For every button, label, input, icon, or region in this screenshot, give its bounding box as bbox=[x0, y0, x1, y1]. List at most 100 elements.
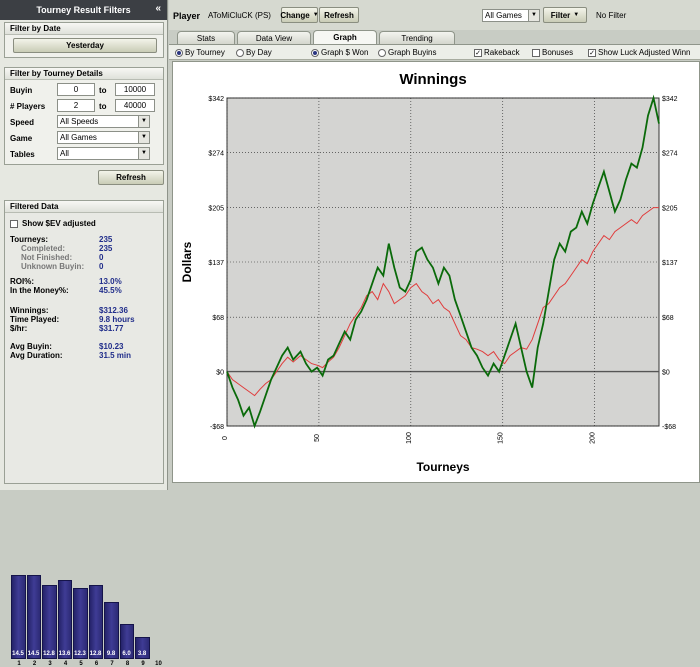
buyin-label: Buyin bbox=[10, 86, 33, 95]
players-min-field[interactable]: 2 bbox=[57, 99, 95, 112]
stat-label: Avg Buyin: bbox=[10, 342, 52, 351]
tab-trending[interactable]: Trending bbox=[379, 31, 455, 44]
graph-buyins-radio[interactable] bbox=[378, 48, 386, 57]
players-max-field[interactable]: 40000 bbox=[115, 99, 155, 112]
histogram-bar bbox=[73, 587, 88, 659]
player-name: AToMiCluCK (PS) bbox=[208, 11, 271, 20]
show-ev-checkbox[interactable] bbox=[10, 219, 18, 228]
y-tick-label-right: $274 bbox=[662, 150, 678, 157]
x-tick-label: 200 bbox=[590, 432, 597, 444]
y-tick-label-right: -$68 bbox=[662, 424, 676, 431]
game-label: Game bbox=[10, 134, 33, 143]
chart-title: Winnings bbox=[399, 71, 466, 88]
by-tourney-option[interactable]: By Tourney bbox=[175, 48, 225, 57]
histogram-bin-label: 3 bbox=[48, 661, 52, 667]
graph-won-radio[interactable] bbox=[311, 48, 319, 57]
collapse-icon[interactable]: « bbox=[155, 3, 161, 14]
yesterday-button[interactable]: Yesterday bbox=[13, 38, 157, 53]
luck-adjusted-checkbox[interactable]: ✓ bbox=[588, 48, 596, 57]
tables-label: Tables bbox=[10, 150, 35, 159]
tables-select[interactable]: All ▼ bbox=[57, 147, 150, 160]
buyin-to-label: to bbox=[99, 86, 107, 95]
x-tick-label: 0 bbox=[222, 436, 229, 440]
chevron-down-icon[interactable]: ▼ bbox=[138, 148, 149, 159]
bonuses-checkbox[interactable] bbox=[532, 48, 540, 57]
stat-value: 235 bbox=[99, 244, 113, 253]
player-toolbar: Player AToMiCluCK (PS) Change ▼ Refresh A… bbox=[169, 0, 700, 30]
x-tick-label: 150 bbox=[498, 432, 505, 444]
refresh-filters-button[interactable]: Refresh bbox=[98, 170, 164, 185]
change-button[interactable]: Change ▼ bbox=[280, 7, 319, 23]
plot-area: -$68 -$68 $0 $0 $68 $68 $137 $137 $205 $205 $274 $2… bbox=[208, 94, 678, 444]
graph-won-option[interactable]: Graph $ Won bbox=[311, 48, 368, 57]
rakeback-label: Rakeback bbox=[484, 48, 520, 57]
y-tick-label-left: $342 bbox=[208, 96, 224, 103]
show-ev-checkbox-row[interactable]: Show $EV adjusted bbox=[10, 219, 96, 228]
histogram-bar bbox=[26, 575, 41, 659]
bonuses-option[interactable]: Bonuses bbox=[532, 48, 573, 57]
graph-buyins-option[interactable]: Graph Buyins bbox=[378, 48, 436, 57]
winnings-chart-area: Winnings Tourneys Dollars -$68 -$68 $0 $0 $6… bbox=[172, 61, 700, 483]
stat-value: 13.0% bbox=[99, 277, 122, 286]
tab-stats[interactable]: Stats bbox=[177, 31, 235, 44]
stat-label: Completed: bbox=[21, 244, 65, 253]
buyin-max-field[interactable]: 10000 bbox=[115, 83, 155, 96]
y-tick-label-left: $205 bbox=[208, 206, 224, 213]
chevron-down-icon[interactable]: ▼ bbox=[138, 116, 149, 127]
histogram-bar bbox=[42, 584, 57, 659]
y-tick-label-left: $0 bbox=[216, 370, 224, 377]
histogram-bin-label: 6 bbox=[94, 661, 99, 667]
filtered-data-panel: Filtered Data Show $EV adjusted Tourneys… bbox=[4, 200, 164, 667]
game-select[interactable]: All Games ▼ bbox=[57, 131, 150, 144]
histogram-bin-label: 1 bbox=[17, 661, 21, 667]
stat-label: Time Played: bbox=[10, 315, 60, 324]
sidebar-title: Tourney Result Filters bbox=[36, 5, 131, 15]
filter-by-date-header: Filter by Date bbox=[5, 23, 163, 35]
speed-select-value: All Speeds bbox=[60, 117, 99, 126]
refresh-button[interactable]: Refresh bbox=[319, 7, 359, 23]
speed-select[interactable]: All Speeds ▼ bbox=[57, 115, 150, 128]
tab-graph[interactable]: Graph bbox=[313, 30, 377, 44]
game-select-value: All Games bbox=[60, 133, 97, 142]
filter-button-label: Filter bbox=[550, 10, 571, 20]
graph-won-label: Graph $ Won bbox=[321, 48, 369, 57]
histogram-bar-label: 14.5 bbox=[27, 651, 40, 657]
histogram-bar-label: 12.8 bbox=[89, 651, 102, 657]
histogram-bar-label: 12.3 bbox=[74, 651, 86, 657]
players-label: # Players bbox=[10, 102, 46, 111]
stat-label: Winnings: bbox=[10, 306, 49, 315]
speed-label: Speed bbox=[10, 118, 35, 127]
filter-by-details-panel: Filter by Tourney Details Buyin 0 to 100… bbox=[4, 67, 164, 165]
histogram-bar bbox=[88, 584, 103, 659]
by-day-option[interactable]: By Day bbox=[236, 48, 272, 57]
games-select[interactable]: All Games ▼ bbox=[482, 9, 540, 22]
by-tourney-radio[interactable] bbox=[175, 48, 183, 57]
y-tick-label-right: $68 bbox=[662, 315, 674, 322]
histogram-bin-label: 9 bbox=[141, 661, 145, 667]
chevron-down-icon[interactable]: ▼ bbox=[528, 10, 539, 21]
by-day-radio[interactable] bbox=[236, 48, 244, 57]
x-tick-label: 100 bbox=[406, 432, 413, 444]
rakeback-option[interactable]: ✓ Rakeback bbox=[474, 48, 520, 57]
rakeback-checkbox[interactable]: ✓ bbox=[474, 48, 482, 57]
tables-select-value: All bbox=[60, 149, 69, 158]
x-tick-label: 50 bbox=[314, 434, 321, 442]
chevron-down-icon: ▼ bbox=[312, 12, 319, 18]
buyin-min-field[interactable]: 0 bbox=[57, 83, 95, 96]
players-to-label: to bbox=[99, 102, 107, 111]
stat-value: 235 bbox=[99, 235, 113, 244]
stat-label: Unknown Buyin: bbox=[21, 262, 85, 271]
luck-adjusted-option[interactable]: ✓ Show Luck Adjusted Winn bbox=[588, 48, 691, 57]
chevron-down-icon[interactable]: ▼ bbox=[138, 132, 149, 143]
histogram-bar-label: 14.5 bbox=[12, 651, 24, 657]
buyin-histogram: 14.5 14.5 12.8 13.6 12.3 12.8 9.8 6.0 3.8 1 2 3 4 5 6 7… bbox=[11, 571, 162, 667]
by-tourney-label: By Tourney bbox=[185, 48, 225, 57]
y-tick-label-left: $68 bbox=[212, 315, 224, 322]
histogram-bin-label: 2 bbox=[32, 661, 37, 667]
x-axis-label: Tourneys bbox=[416, 460, 469, 474]
by-day-label: By Day bbox=[246, 48, 272, 57]
filtered-data-header: Filtered Data bbox=[5, 201, 163, 213]
tab-data-view[interactable]: Data View bbox=[237, 31, 311, 44]
filter-button[interactable]: Filter ▼ bbox=[543, 7, 587, 23]
stat-label: In the Money%: bbox=[10, 286, 69, 295]
